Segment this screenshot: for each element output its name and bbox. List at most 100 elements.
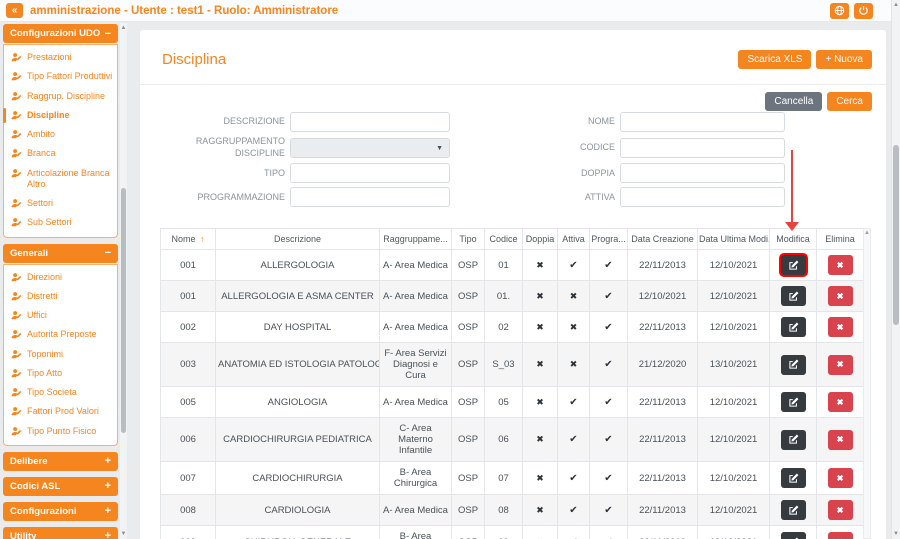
- codice-field[interactable]: [620, 138, 785, 158]
- edit-button[interactable]: [781, 532, 806, 539]
- sidebar-group-header-configurazioni-udo[interactable]: Configurazioni UDO−: [3, 24, 118, 43]
- edit-button[interactable]: [781, 392, 806, 412]
- edit-button[interactable]: [781, 500, 806, 520]
- sidebar-group-header-codici-asl[interactable]: Codici ASL+: [3, 477, 118, 496]
- cell-doppia: ✖: [523, 526, 558, 539]
- cell-programmazione: ✔: [590, 495, 628, 526]
- table-scrollbar[interactable]: ▲: [863, 228, 871, 539]
- sidebar-item-distretti[interactable]: Distretti: [4, 287, 117, 306]
- sidebar-item-articolazione-branca-altro[interactable]: Articolazione Branca Altro: [4, 164, 117, 195]
- sidebar-item-prestazioni[interactable]: Prestazioni: [4, 48, 117, 67]
- scroll-up-icon[interactable]: ▲: [892, 1, 900, 9]
- cell-data-ultima-modifica: 12/10/2021: [698, 495, 770, 526]
- column-header-elimina[interactable]: Elimina: [817, 229, 864, 250]
- column-header-data-ultima-modi-[interactable]: Data Ultima Modi...: [698, 229, 770, 250]
- column-header-attiva[interactable]: Attiva: [558, 229, 590, 250]
- cell-modifica: [770, 495, 817, 526]
- cell-tipo: OSP: [452, 387, 485, 418]
- column-header-doppia[interactable]: Doppia: [523, 229, 558, 250]
- scrollbar-thumb[interactable]: [893, 145, 899, 325]
- edit-button[interactable]: [781, 468, 806, 488]
- descrizione-field[interactable]: [290, 112, 450, 132]
- cell-raggruppamento: A- Area Medica: [380, 250, 452, 281]
- sidebar-item-raggrup-discipline[interactable]: Raggrup. Discipline: [4, 87, 117, 106]
- download-xls-button[interactable]: Scarica XLS: [738, 50, 811, 69]
- delete-button[interactable]: ✖: [828, 500, 853, 520]
- topbar-actions: [830, 3, 873, 19]
- sidebar-item-fattori-prod-valori[interactable]: Fattori Prod Valori: [4, 402, 117, 421]
- doppia-field[interactable]: [620, 163, 785, 183]
- column-header-descrizione[interactable]: Descrizione: [216, 229, 380, 250]
- delete-button[interactable]: ✖: [828, 286, 853, 306]
- user-icon: [11, 52, 22, 63]
- raggruppamento-discipline-field[interactable]: ▼: [290, 138, 450, 158]
- edit-icon: [788, 359, 799, 370]
- sidebar-item-toponimi[interactable]: Toponimi: [4, 345, 117, 364]
- column-header-raggruppame-[interactable]: Raggruppame...: [380, 229, 452, 250]
- tipo-field[interactable]: [290, 163, 450, 183]
- cell-data-ultima-modifica: 12/10/2021: [698, 462, 770, 495]
- attiva-field[interactable]: [620, 187, 785, 207]
- delete-button[interactable]: ✖: [828, 317, 853, 337]
- sidebar-group-label: Utility: [10, 531, 36, 539]
- edit-button[interactable]: [781, 286, 806, 306]
- x-icon: ✖: [536, 505, 544, 515]
- column-header-data-creazione[interactable]: Data Creazione: [628, 229, 698, 250]
- edit-button[interactable]: [781, 355, 806, 375]
- delete-button[interactable]: ✖: [828, 392, 853, 412]
- scrollbar-thumb[interactable]: [121, 188, 126, 433]
- delete-button[interactable]: ✖: [828, 255, 853, 275]
- sidebar-item-tipo-societa[interactable]: Tipo Societa: [4, 383, 117, 402]
- sidebar-group-header-utility[interactable]: Utility+: [3, 527, 118, 539]
- scroll-up-icon[interactable]: ▲: [120, 24, 127, 32]
- sidebar-item-tipo-fattori-produttivi[interactable]: Tipo Fattori Produttivi: [4, 67, 117, 86]
- sidebar-item-ambito[interactable]: Ambito: [4, 125, 117, 144]
- sidebar-scrollbar[interactable]: ▲ ▼: [120, 23, 127, 539]
- edit-button[interactable]: [781, 255, 806, 275]
- cell-doppia: ✖: [523, 343, 558, 387]
- sidebar-item-tipo-punto-fisico[interactable]: Tipo Punto Fisico: [4, 422, 117, 441]
- cell-raggruppamento: A- Area Medica: [380, 312, 452, 343]
- cell-doppia: ✖: [523, 312, 558, 343]
- new-button[interactable]: + Nuova: [816, 50, 872, 69]
- delete-button[interactable]: ✖: [828, 430, 853, 450]
- clear-button[interactable]: Cancella: [765, 92, 822, 111]
- sidebar-item-settori[interactable]: Settori: [4, 194, 117, 213]
- column-header-tipo[interactable]: Tipo: [452, 229, 485, 250]
- page-scrollbar[interactable]: ▲ ▼: [891, 0, 900, 539]
- column-header-nome[interactable]: Nome ↑: [161, 229, 216, 250]
- x-icon: ✖: [570, 359, 578, 369]
- column-header-modifica[interactable]: Modifica: [770, 229, 817, 250]
- scroll-down-icon[interactable]: ▼: [120, 530, 127, 538]
- sidebar-item-branca[interactable]: Branca: [4, 144, 117, 163]
- sidebar-group-generali: Generali− DirezioniDistrettiUfficiAutorit…: [3, 244, 118, 446]
- delete-button[interactable]: ✖: [828, 468, 853, 488]
- cell-doppia: ✖: [523, 250, 558, 281]
- sidebar-collapse-button[interactable]: «: [6, 3, 23, 18]
- search-button[interactable]: Cerca: [827, 92, 872, 111]
- sidebar-item-discipline[interactable]: Discipline: [4, 106, 117, 125]
- nome-field[interactable]: [620, 112, 785, 132]
- sidebar-item-label: Tipo Punto Fisico: [27, 426, 96, 437]
- cell-tipo: OSP: [452, 312, 485, 343]
- column-header-codice[interactable]: Codice: [485, 229, 523, 250]
- sidebar-item-direzioni[interactable]: Direzioni: [4, 268, 117, 287]
- power-button[interactable]: [854, 3, 873, 19]
- sidebar-group-header-delibere[interactable]: Delibere+: [3, 452, 118, 471]
- edit-button[interactable]: [781, 430, 806, 450]
- sidebar-item-tipo-atto[interactable]: Tipo Atto: [4, 364, 117, 383]
- programmazione-field[interactable]: [290, 187, 450, 207]
- globe-button[interactable]: [830, 3, 849, 19]
- scroll-down-icon[interactable]: ▼: [892, 530, 900, 538]
- sidebar-item-sub-settori[interactable]: Sub Settori: [4, 213, 117, 232]
- delete-button[interactable]: ✖: [828, 532, 853, 539]
- scroll-up-icon[interactable]: ▲: [864, 230, 870, 236]
- sidebar-group-header-configurazioni[interactable]: Configurazioni+: [3, 502, 118, 521]
- sidebar-item-uffici[interactable]: Uffici: [4, 306, 117, 325]
- sort-asc-icon: ↑: [200, 234, 205, 244]
- sidebar-item-autorita-preposte[interactable]: Autorita Preposte: [4, 325, 117, 344]
- edit-button[interactable]: [781, 317, 806, 337]
- delete-button[interactable]: ✖: [828, 355, 853, 375]
- sidebar-group-header-generali[interactable]: Generali−: [3, 244, 118, 263]
- column-header-progra-[interactable]: Progra...: [590, 229, 628, 250]
